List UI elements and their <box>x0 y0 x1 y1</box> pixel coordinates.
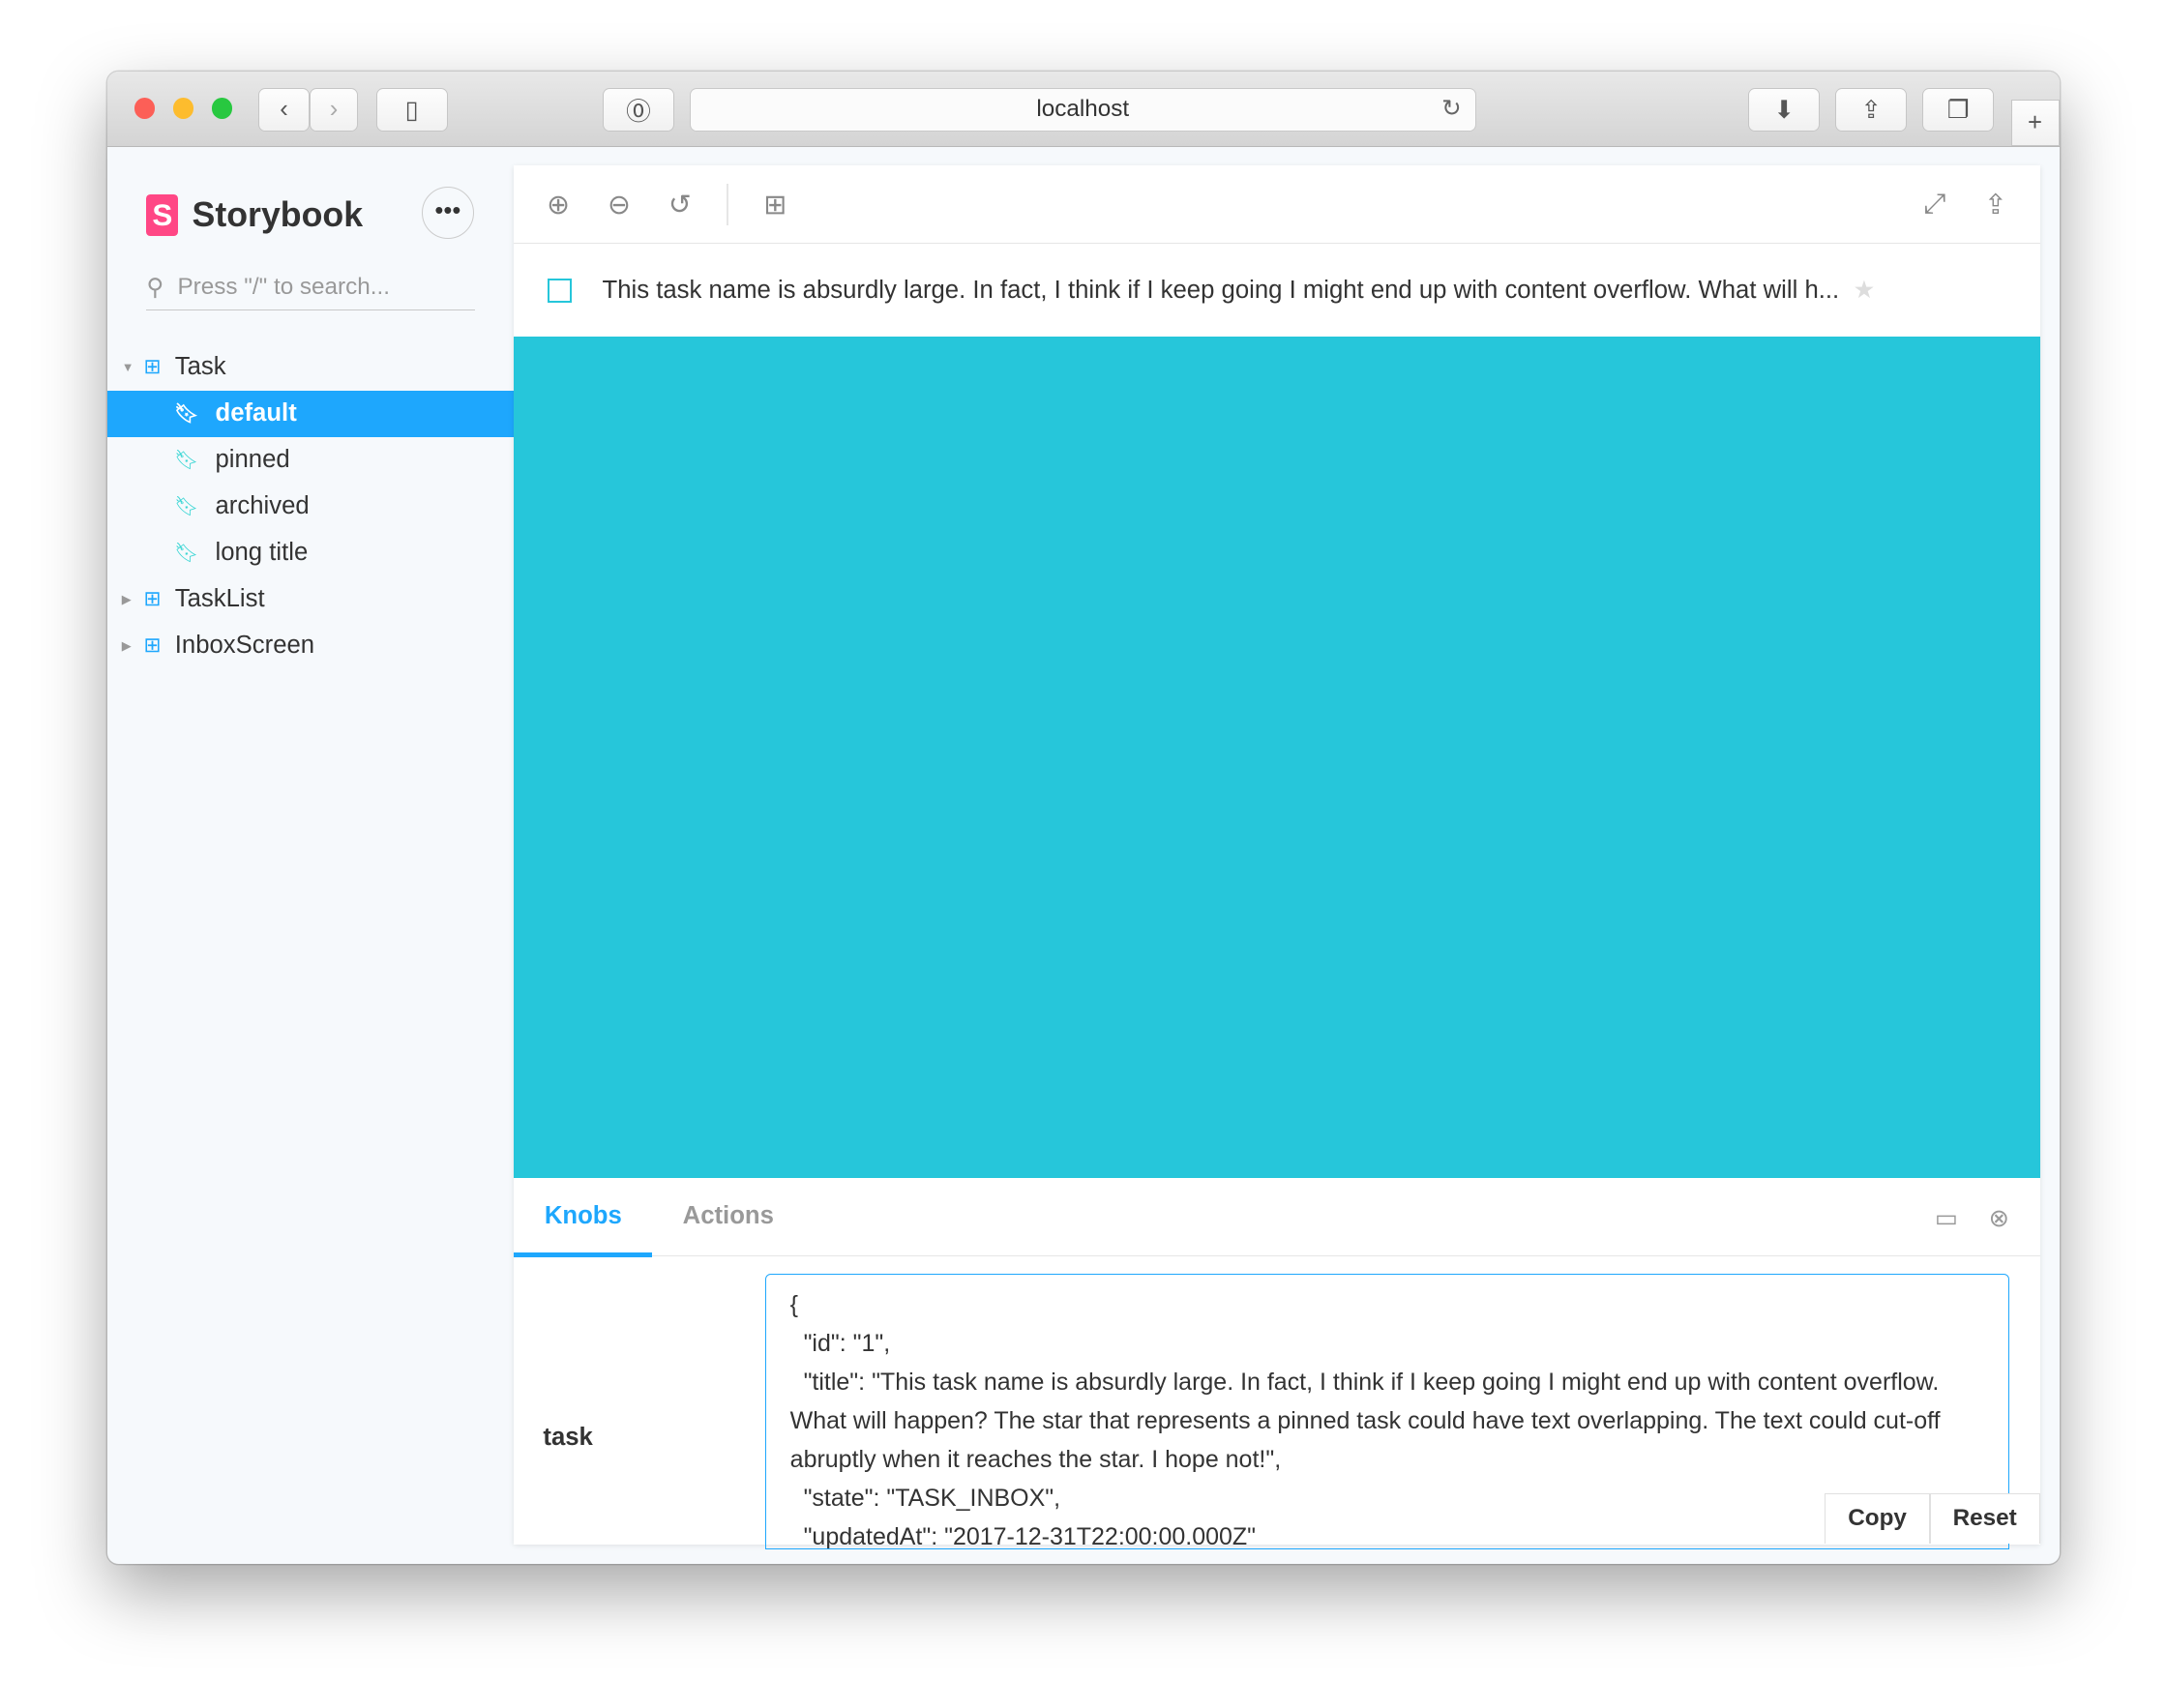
password-manager-icon[interactable]: ⓪ <box>602 88 675 132</box>
component-icon: ⊞ <box>143 355 162 379</box>
tree-item-tasklist[interactable]: ▶ ⊞ TaskList <box>107 576 514 623</box>
tree-item-default[interactable]: 🔖︎ default <box>107 390 515 437</box>
tab-knobs[interactable]: Knobs <box>514 1202 653 1257</box>
panel-orientation-icon[interactable]: ▭ <box>1918 1204 1975 1255</box>
close-panel-icon[interactable]: ⊗ <box>1974 1204 2039 1255</box>
url-text: localhost <box>1036 96 1130 123</box>
downloads-icon[interactable]: ⬇ <box>1748 88 1821 132</box>
tabs-overview-icon[interactable]: ❐ <box>1922 88 1995 132</box>
component-icon: ⊞ <box>143 587 162 611</box>
tree-label: archived <box>215 492 310 520</box>
reset-zoom-icon[interactable]: ↺ <box>649 188 710 221</box>
tree-item-archived[interactable]: 🔖︎ archived <box>107 484 514 530</box>
back-button[interactable]: ‹ <box>258 88 310 132</box>
search-placeholder: Press "/" to search... <box>177 274 390 301</box>
tree-label: default <box>215 399 297 427</box>
browser-window: ‹ › ▯ ⓪ localhost ↻ ⬇ ⇪ ❐ + S Storybook ••… <box>107 72 2060 1565</box>
reset-button[interactable]: Reset <box>1929 1492 2040 1544</box>
tree-label: pinned <box>215 446 290 474</box>
chevron-down-icon: ▼ <box>121 360 134 375</box>
bookmark-icon: 🔖︎ <box>173 403 199 426</box>
zoom-out-icon[interactable]: ⊖ <box>589 188 650 221</box>
task-checkbox[interactable] <box>547 278 573 303</box>
story-canvas <box>514 337 2040 1179</box>
copy-button[interactable]: Copy <box>1825 1492 1930 1544</box>
addon-tabs: Knobs Actions ▭ ⊗ <box>514 1178 2040 1257</box>
tree-label: Task <box>174 353 226 381</box>
open-new-tab-icon[interactable]: ⇪ <box>1965 188 2026 221</box>
preview-toolbar: ⊕ ⊖ ↺ ⊞ ⤢ ⇪ <box>514 165 2040 245</box>
bookmark-icon: 🔖︎ <box>173 543 199 565</box>
maximize-window-button[interactable] <box>211 98 232 119</box>
component-icon: ⊞ <box>143 633 162 658</box>
task-item: This task name is absurdly large. In fac… <box>514 244 2039 337</box>
zoom-in-icon[interactable]: ⊕ <box>528 188 589 221</box>
close-window-button[interactable] <box>134 98 155 119</box>
share-icon[interactable]: ⇪ <box>1835 88 1908 132</box>
brand-name: Storybook <box>192 195 364 235</box>
storybook-logo[interactable]: S Storybook <box>146 194 364 237</box>
sidebar-toggle-icon[interactable]: ▯ <box>375 88 448 132</box>
chevron-right-icon: ▶ <box>121 637 132 653</box>
tree-label: TaskList <box>174 585 265 613</box>
bookmark-icon: 🔖︎ <box>173 450 199 472</box>
tree-label: long title <box>215 539 309 567</box>
chevron-right-icon: ▶ <box>121 591 132 606</box>
minimize-window-button[interactable] <box>172 98 193 119</box>
address-bar[interactable]: localhost ↻ <box>689 88 1476 132</box>
preview-panel: ⊕ ⊖ ↺ ⊞ ⤢ ⇪ This task name is absurdly l… <box>514 165 2040 1550</box>
star-icon[interactable]: ★ <box>1853 276 1875 305</box>
tab-actions[interactable]: Actions <box>652 1202 804 1257</box>
bookmark-icon: 🔖︎ <box>173 496 199 518</box>
fullscreen-icon[interactable]: ⤢ <box>1905 189 1966 221</box>
tree-label: InboxScreen <box>174 632 315 660</box>
tree-item-inboxscreen[interactable]: ▶ ⊞ InboxScreen <box>107 623 514 669</box>
title-bar: ‹ › ▯ ⓪ localhost ↻ ⬇ ⇪ ❐ + <box>107 72 2060 148</box>
new-tab-icon[interactable]: + <box>2010 99 2060 147</box>
knob-json-textarea[interactable]: { "id": "1", "title": "This task name is… <box>765 1273 2010 1550</box>
reload-icon[interactable]: ↻ <box>1441 89 1461 129</box>
storybook-icon: S <box>146 194 179 237</box>
forward-button[interactable]: › <box>309 88 358 132</box>
tree-item-pinned[interactable]: 🔖︎ pinned <box>107 437 514 484</box>
sidebar: S Storybook ••• ⚲ Press "/" to search... ▼… <box>107 148 515 1564</box>
tree-item-task[interactable]: ▼ ⊞ Task <box>107 344 514 391</box>
story-tree: ▼ ⊞ Task 🔖︎ default 🔖︎ pinned 🔖︎ archived 🔖︎ l… <box>107 344 515 669</box>
knob-label: task <box>543 1424 593 1452</box>
more-options-button[interactable]: ••• <box>421 186 474 240</box>
task-title: This task name is absurdly large. In fac… <box>602 276 1840 304</box>
tree-item-long-title[interactable]: 🔖︎ long title <box>107 530 514 576</box>
search-input[interactable]: ⚲ Press "/" to search... <box>146 265 476 310</box>
addons-panel: Knobs Actions ▭ ⊗ task { "id": "1", "tit… <box>514 1178 2040 1550</box>
search-icon: ⚲ <box>146 275 164 302</box>
grid-icon[interactable]: ⊞ <box>745 188 806 221</box>
